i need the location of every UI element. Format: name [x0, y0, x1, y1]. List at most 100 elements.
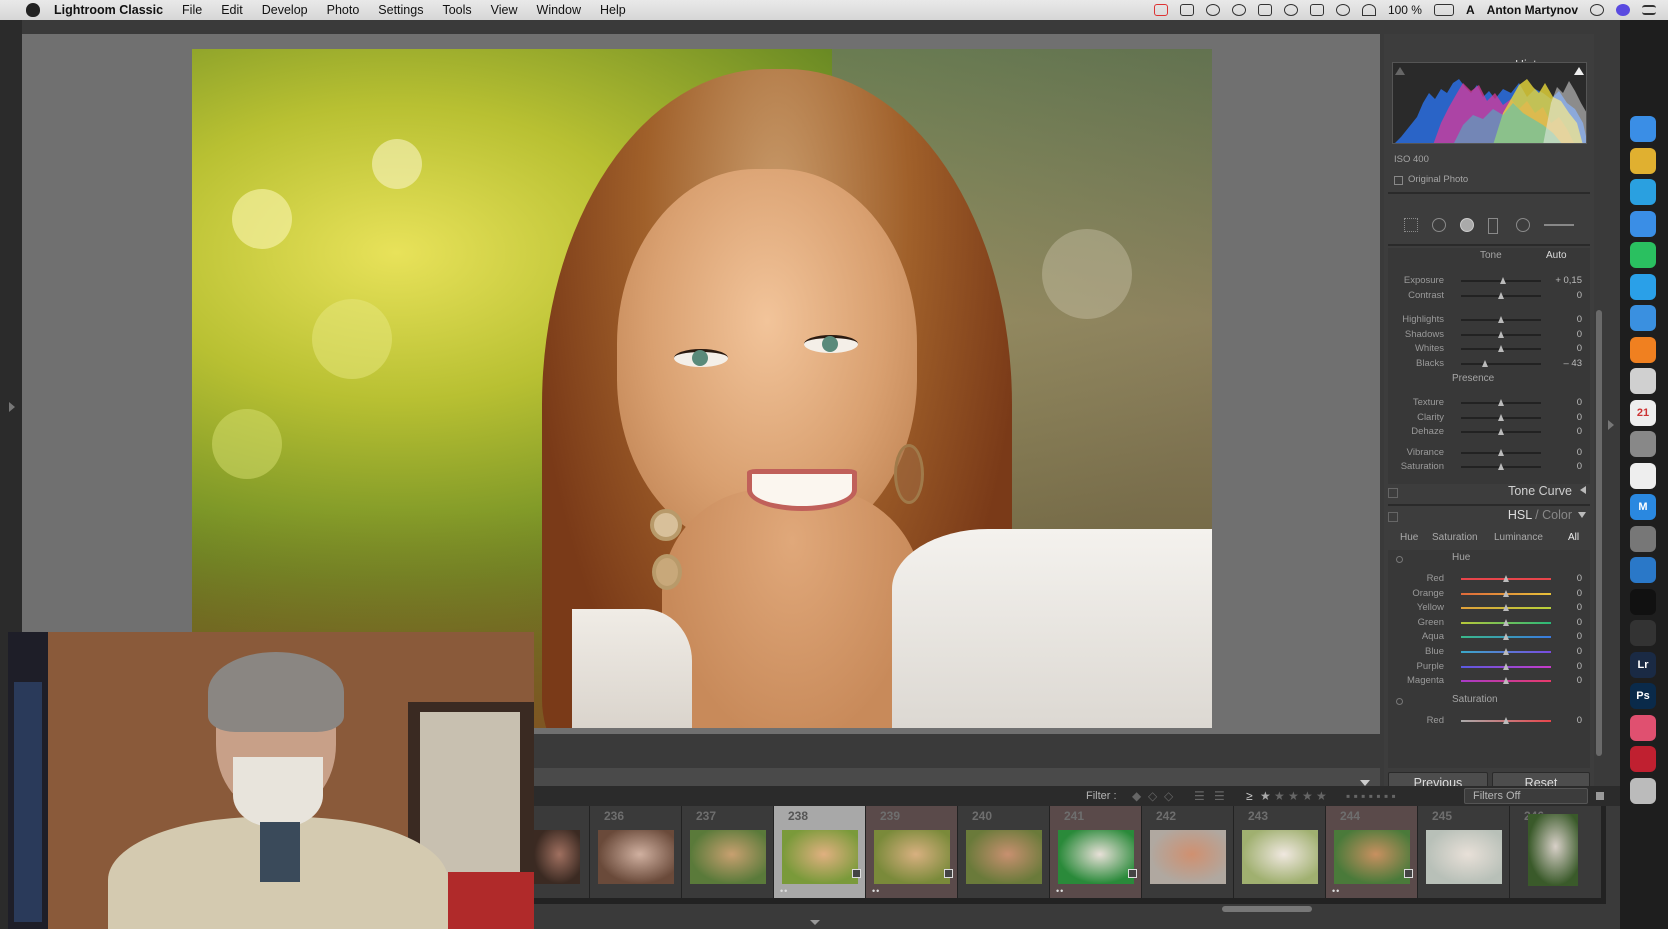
collapse-filmstrip-icon[interactable]: [810, 920, 820, 925]
messenger-icon[interactable]: [1630, 210, 1656, 237]
textedit-icon[interactable]: [1630, 462, 1656, 489]
radial-filter-icon[interactable]: [1516, 218, 1530, 232]
slider-value[interactable]: 0: [1577, 588, 1582, 599]
display-icon[interactable]: [1179, 4, 1194, 16]
list-icon[interactable]: ☰: [1194, 789, 1205, 803]
disk-icon[interactable]: [1630, 620, 1656, 646]
slider-value[interactable]: + 0,15: [1555, 275, 1582, 286]
saturation-target-icon[interactable]: [1396, 698, 1403, 705]
slider-thumb[interactable]: [1503, 648, 1509, 655]
thumbnail[interactable]: [1242, 830, 1318, 884]
thumbnail[interactable]: [1334, 830, 1410, 884]
filmstrip-cell[interactable]: 239 ••: [866, 806, 958, 898]
spot-removal-icon[interactable]: [1432, 218, 1446, 232]
control-center-icon[interactable]: [1642, 5, 1656, 15]
time-machine-icon[interactable]: [1283, 4, 1298, 16]
menu-settings[interactable]: Settings: [378, 3, 423, 17]
photoshop-icon[interactable]: Ps: [1630, 683, 1656, 709]
filmstrip-cell[interactable]: 246: [1510, 806, 1602, 898]
rating-gte[interactable]: ≥: [1246, 789, 1253, 803]
slider-thumb[interactable]: [1498, 330, 1504, 338]
highlight-clipping-icon[interactable]: [1574, 65, 1584, 75]
brush-tool-icon[interactable]: [1544, 224, 1574, 226]
menu-edit[interactable]: Edit: [221, 3, 243, 17]
slider-track[interactable]: [1461, 717, 1551, 724]
thumbnail[interactable]: [1150, 830, 1226, 884]
slider-value[interactable]: 0: [1577, 715, 1582, 726]
expand-icon[interactable]: [1580, 486, 1586, 494]
slider-value[interactable]: 0: [1577, 602, 1582, 613]
filmstrip-scrollbar[interactable]: [1222, 906, 1312, 912]
slider-track[interactable]: [1461, 399, 1541, 406]
slider-track[interactable]: [1461, 618, 1551, 626]
collapse-right-arrow-icon[interactable]: [1608, 420, 1614, 430]
slider-track[interactable]: [1461, 428, 1541, 436]
thumbnail[interactable]: [966, 830, 1042, 884]
recorder-icon[interactable]: [1630, 746, 1656, 772]
whatsapp-icon[interactable]: [1630, 242, 1656, 268]
thumbnail[interactable]: [1426, 830, 1502, 884]
filmstrip-cell[interactable]: 236: [590, 806, 682, 898]
tab-luminance[interactable]: Luminance: [1494, 532, 1543, 543]
color-label-filter-icon[interactable]: ▪ ▪ ▪ ▪ ▪ ▪ ▪: [1346, 789, 1396, 803]
slider-thumb[interactable]: [1503, 662, 1509, 670]
menu-file[interactable]: File: [182, 3, 202, 17]
filmstrip-cell[interactable]: 237: [682, 806, 774, 898]
twitter-icon[interactable]: [1630, 273, 1656, 300]
star-icon[interactable]: ★: [1274, 789, 1285, 803]
siri-icon[interactable]: [1616, 4, 1630, 16]
filmstrip-cell[interactable]: 241 ••: [1050, 806, 1142, 898]
slider-thumb[interactable]: [1503, 677, 1509, 685]
mail-icon[interactable]: M: [1630, 494, 1656, 520]
slider-thumb[interactable]: [1498, 345, 1504, 353]
thumbnail[interactable]: [1528, 814, 1578, 886]
slider-track[interactable]: [1461, 345, 1541, 353]
graduated-filter-icon[interactable]: [1488, 218, 1498, 234]
filmstrip-cell[interactable]: 243: [1234, 806, 1326, 898]
vlc-icon[interactable]: [1630, 336, 1656, 363]
slider-thumb[interactable]: [1498, 291, 1504, 299]
thumbnail[interactable]: [782, 830, 858, 884]
slider-track[interactable]: [1461, 677, 1551, 685]
slider-track[interactable]: [1461, 316, 1541, 324]
crop-tool-icon[interactable]: [1404, 218, 1418, 232]
slider-value[interactable]: 0: [1577, 447, 1582, 458]
slider-thumb[interactable]: [1482, 360, 1488, 367]
menu-tools[interactable]: Tools: [442, 3, 471, 17]
tab-all[interactable]: All: [1568, 532, 1579, 543]
star-icon[interactable]: ★: [1288, 789, 1299, 803]
slider-track[interactable]: [1461, 448, 1541, 456]
slider-thumb[interactable]: [1498, 448, 1504, 456]
creative-cloud-icon[interactable]: [1231, 4, 1246, 16]
thumbnail[interactable]: [874, 830, 950, 884]
installer-icon[interactable]: [1630, 525, 1656, 552]
slider-thumb[interactable]: [1503, 589, 1509, 597]
update-icon[interactable]: [1630, 557, 1656, 583]
slider-thumb[interactable]: [1503, 717, 1509, 724]
original-photo-checkbox[interactable]: [1394, 176, 1403, 185]
thumbnail[interactable]: [598, 830, 674, 884]
slider-track[interactable]: [1461, 633, 1551, 641]
slider-track[interactable]: [1461, 648, 1551, 655]
user-name[interactable]: Anton Martynov: [1487, 3, 1578, 17]
sidebar-icon[interactable]: [1257, 4, 1272, 16]
trash-icon[interactable]: [1630, 777, 1656, 804]
tab-saturation[interactable]: Saturation: [1432, 532, 1478, 543]
input-source[interactable]: A: [1466, 3, 1475, 17]
filmstrip-cell[interactable]: 240: [958, 806, 1050, 898]
github-icon[interactable]: [1630, 588, 1656, 615]
notes-icon[interactable]: [1630, 368, 1656, 394]
slider-value[interactable]: 0: [1577, 329, 1582, 340]
finder-icon[interactable]: [1630, 116, 1656, 142]
app-menu[interactable]: Lightroom Classic: [54, 3, 163, 17]
chrome-icon[interactable]: [1630, 147, 1656, 174]
menu-view[interactable]: View: [491, 3, 518, 17]
hsl-toggle[interactable]: [1388, 512, 1398, 522]
folder-icon[interactable]: [1630, 714, 1656, 741]
thumbnail[interactable]: [534, 830, 580, 884]
thumbnail[interactable]: [690, 830, 766, 884]
redeye-icon[interactable]: [1460, 218, 1474, 232]
filmstrip-cell[interactable]: 242: [1142, 806, 1234, 898]
settings-icon[interactable]: [1630, 431, 1656, 457]
slider-track[interactable]: [1461, 360, 1541, 367]
